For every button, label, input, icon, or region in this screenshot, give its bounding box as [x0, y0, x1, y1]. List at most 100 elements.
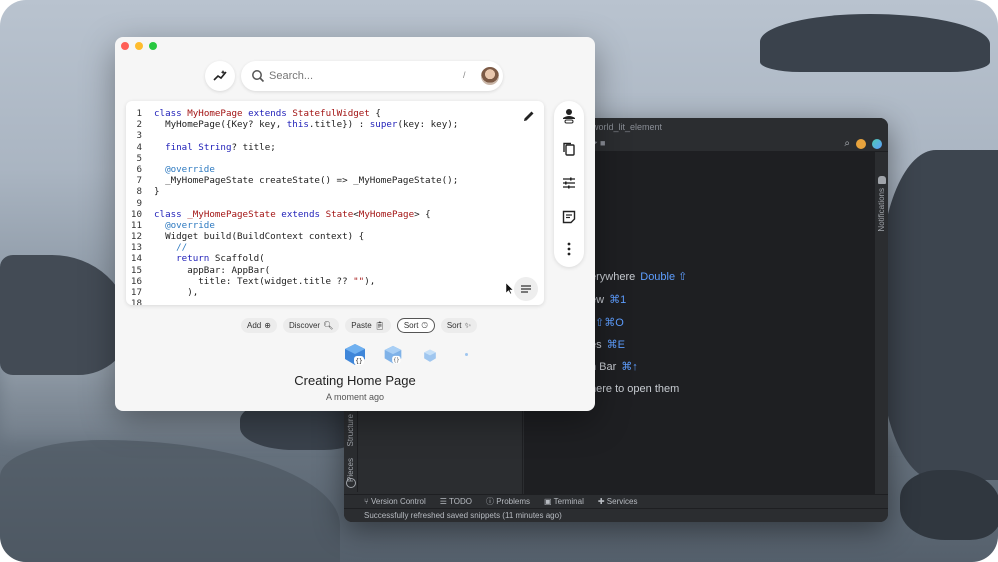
code-line: 7 _MyHomePageState createState() => _MyH…: [126, 175, 544, 186]
pieces-window: / 1 class MyHomePage extends StatefulWidg…: [115, 37, 595, 411]
window-controls: [121, 42, 157, 50]
pieces-snippet-icon-small[interactable]: [423, 349, 437, 363]
code-text: return Scaffold(: [176, 253, 265, 265]
pieces-snippet-icon-medium[interactable]: {}: [383, 345, 403, 365]
copy-button[interactable]: [561, 141, 577, 157]
discover-chip[interactable]: Discover 🔍︎: [282, 318, 340, 333]
ide-right-toolbar: Notifications: [874, 152, 888, 494]
copy-icon: [563, 142, 575, 156]
code-line: 12 Widget build(BuildContext context) {: [126, 231, 544, 242]
snippet-title: Creating Home Page: [294, 373, 416, 388]
search-bar: /: [241, 61, 503, 91]
line-number: 2: [136, 119, 142, 131]
person-link-icon: [563, 109, 575, 124]
sliders-icon: [563, 177, 575, 189]
notifications-tab[interactable]: Notifications: [877, 188, 886, 232]
mouse-cursor-icon: [506, 283, 514, 295]
paste-chip[interactable]: Paste 📋︎: [345, 318, 391, 333]
pieces-snippet-icon-large[interactable]: {}: [343, 343, 367, 367]
code-text: class _MyHomePageState extends State<MyH…: [154, 208, 431, 220]
zoom-button[interactable]: [149, 42, 157, 50]
add-chip[interactable]: Add ⊕: [241, 318, 277, 333]
hint-project-view: ew ⌘1: [590, 294, 627, 306]
code-line: 5: [126, 153, 544, 164]
version-control-tab[interactable]: ⑂ Version Control: [364, 497, 426, 506]
code-line: 3: [126, 130, 544, 141]
line-number: 7: [136, 175, 142, 187]
minimize-button[interactable]: [135, 42, 143, 50]
notes-button[interactable]: [561, 209, 577, 225]
more-vertical-icon: [567, 242, 571, 256]
search-icon: [252, 70, 265, 83]
sparkle-icon: ✨︎: [464, 320, 472, 330]
hint-go-to-file: ⇧⌘O: [595, 317, 624, 329]
services-tab[interactable]: ✚ Services: [598, 497, 638, 506]
rock-formation: [0, 255, 130, 375]
code-line: 8}: [126, 186, 544, 197]
problems-tab[interactable]: ⓘ Problems: [486, 496, 530, 507]
line-number: 9: [136, 197, 142, 209]
code-line: 9: [126, 198, 544, 209]
status-message: Successfully refreshed saved snippets (1…: [364, 511, 562, 520]
rock-formation: [880, 150, 998, 480]
line-number: 17: [130, 287, 142, 298]
status-bar: Successfully refreshed saved snippets (1…: [344, 508, 888, 522]
code-line: 2 MyHomePage({Key? key, this.title}) : s…: [126, 119, 544, 130]
line-number: 10: [130, 208, 142, 220]
hint-recent-files: es ⌘E: [590, 339, 625, 351]
code-snippet-card[interactable]: 1 class MyHomePage extends StatefulWidget…: [126, 101, 544, 305]
share-button[interactable]: [561, 108, 577, 124]
avatar[interactable]: [481, 67, 499, 85]
line-number: 6: [136, 163, 142, 175]
ide-toolbar-right: ⌕: [844, 138, 882, 149]
pieces-icon[interactable]: [346, 478, 356, 488]
ide-project-title: world_lit_element: [592, 122, 663, 132]
search-input[interactable]: [269, 67, 459, 85]
line-number: 13: [130, 242, 142, 254]
code-text: ),: [154, 287, 199, 298]
line-number: 12: [130, 231, 142, 243]
magnifier-icon: 🔍︎: [323, 321, 334, 330]
hint-drop-files: here to open them: [590, 383, 680, 395]
code-block[interactable]: 1 class MyHomePage extends StatefulWidget…: [126, 108, 544, 305]
bell-icon[interactable]: [878, 176, 886, 184]
activity-sparkle-icon: [213, 70, 227, 81]
close-button[interactable]: [121, 42, 129, 50]
code-text: MyHomePage({Key? key, this.title}) : sup…: [154, 119, 459, 131]
line-number: 5: [136, 152, 142, 164]
edit-pencil-icon[interactable]: [522, 109, 536, 123]
hint-search-everywhere: erywhere Double ⇧: [590, 271, 688, 283]
activity-button[interactable]: [205, 61, 235, 91]
more-vertical-button[interactable]: [561, 241, 577, 257]
more-options-button[interactable]: [514, 277, 538, 301]
code-text: _MyHomePageState createState() => _MyHom…: [154, 175, 459, 187]
code-line: 1 class MyHomePage extends StatefulWidget…: [126, 108, 544, 119]
line-number: 1: [136, 108, 142, 119]
code-text: @override: [165, 219, 215, 231]
code-line: 10 class _MyHomePageState extends State<M…: [126, 209, 544, 220]
sort-ai-chip[interactable]: Sort ✨︎: [440, 318, 478, 333]
rock-formation: [900, 470, 998, 540]
action-chips: Add ⊕ Discover 🔍︎ Paste 📋︎ Sort 🕒︎ Sort ✨︎: [241, 318, 478, 333]
structure-tab[interactable]: Structure: [346, 414, 355, 446]
todo-tab[interactable]: ☰ TODO: [440, 497, 472, 506]
line-number: 3: [136, 130, 142, 142]
line-number: 15: [130, 264, 142, 276]
sort-recent-chip[interactable]: Sort 🕒︎: [396, 318, 435, 333]
pieces-snippet-icon-tiny[interactable]: [465, 353, 468, 356]
plugin-icon[interactable]: [872, 138, 882, 149]
terminal-tab[interactable]: ▣ Terminal: [544, 497, 584, 506]
line-number: 8: [136, 186, 142, 198]
snippet-timestamp: A moment ago: [325, 392, 385, 402]
line-number: 11: [130, 219, 142, 231]
line-number: 14: [130, 253, 142, 265]
svg-text:{}: {}: [393, 358, 399, 364]
update-icon[interactable]: [856, 138, 866, 149]
adjust-button[interactable]: [561, 175, 577, 191]
search-icon[interactable]: ⌕: [844, 138, 850, 149]
code-text: }: [154, 186, 160, 198]
snippet-carousel[interactable]: {} {}: [343, 343, 483, 367]
code-text: title: Text(widget.title ?? ""),: [154, 275, 376, 287]
code-line: 15 appBar: AppBar(: [126, 265, 544, 276]
code-line: 17 ),: [126, 287, 544, 298]
